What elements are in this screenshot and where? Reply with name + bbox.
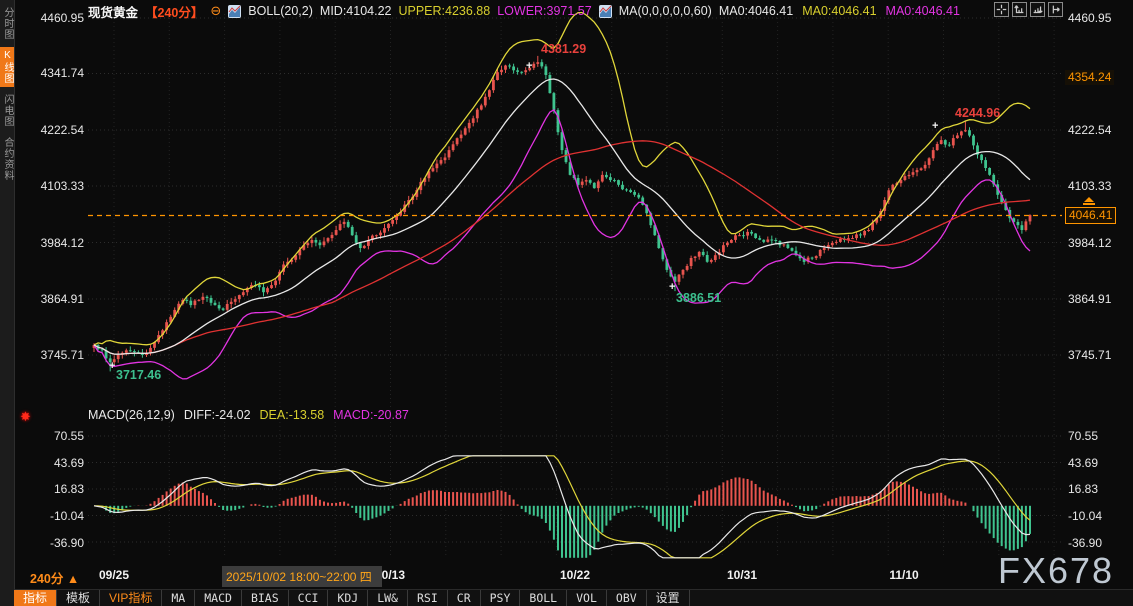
- sidebar-item-2[interactable]: 闪电图: [0, 91, 14, 130]
- chart-header: 现货黄金 【240分】 ⊖ BOLL(20,2) MID:4104.22 UPP…: [88, 3, 960, 19]
- collapse-icon[interactable]: ⊖: [210, 5, 221, 17]
- macd-axis-label-left: 70.55: [28, 429, 84, 443]
- boll-name: BOLL(20,2): [248, 4, 313, 18]
- macd-header: MACD(26,12,9) DIFF:-24.02 DEA:-13.58 MAC…: [88, 408, 409, 422]
- macd-axis-label-right: 16.83: [1068, 482, 1124, 496]
- price-axis-label-left: 4341.74: [28, 66, 84, 80]
- boll-upper-value: UPPER:4236.88: [398, 4, 490, 18]
- x-axis: 240分 ▲ 09/2510/1310/2210/3111/10 2025/10…: [0, 564, 1133, 589]
- macd-axis-label-right: -10.04: [1068, 509, 1124, 523]
- indicator-chart-icon[interactable]: [228, 5, 241, 18]
- chart-tools: [994, 2, 1063, 17]
- price-axis-label-right: 4460.95: [1068, 11, 1124, 25]
- toolbar-tab-PSY[interactable]: PSY: [481, 590, 521, 606]
- x-axis-label: 10/31: [727, 568, 757, 582]
- x-axis-label: 09/25: [99, 568, 129, 582]
- price-axis-label-right: 3984.12: [1068, 236, 1124, 250]
- price-axis-label-left: 4103.33: [28, 179, 84, 193]
- indicator-chart-icon[interactable]: [599, 5, 612, 18]
- toolbar-tab-KDJ[interactable]: KDJ: [328, 590, 368, 606]
- ma-name: MA(0,0,0,0,0,60): [619, 4, 712, 18]
- macd-axis-label-right: 70.55: [1068, 429, 1124, 443]
- crosshair-icon[interactable]: [994, 2, 1009, 17]
- toolbar-tab-BOLL[interactable]: BOLL: [520, 590, 567, 606]
- toolbar-tab-MA[interactable]: MA: [162, 590, 195, 606]
- boll-lower-value: LOWER:3971.57: [497, 4, 592, 18]
- extreme-marker-icon: +: [109, 360, 115, 372]
- sidebar-item-1[interactable]: K线图: [0, 47, 14, 87]
- toolbar-tab-OBV[interactable]: OBV: [607, 590, 647, 606]
- macd-macd-value: MACD:-20.87: [333, 408, 409, 422]
- toolbar-tab-CR[interactable]: CR: [448, 590, 481, 606]
- price-axis-label-right: 4103.33: [1068, 179, 1124, 193]
- bar-tooltip: 2025/10/02 18:00~22:00 四: [222, 566, 382, 587]
- trading-app-window: 分时图 K线图闪电图合约资料 ✸ 现货黄金 【240分】 ⊖ BOLL(20,2)…: [0, 0, 1133, 606]
- toolbar-tab-设置[interactable]: 设置: [647, 590, 690, 606]
- macd-diff-value: DIFF:-24.02: [184, 408, 251, 422]
- x-axis-label: 10/22: [560, 568, 590, 582]
- ma-value-2: MA0:4046.41: [886, 4, 960, 18]
- price-axis-label-right: 4222.54: [1068, 123, 1124, 137]
- toolbar-tab-BIAS[interactable]: BIAS: [242, 590, 289, 606]
- scale-axis-right-icon[interactable]: [1030, 2, 1045, 17]
- sidebar-item-3[interactable]: 合约资料: [0, 134, 14, 184]
- macd-axis-label-right: -36.90: [1068, 536, 1124, 550]
- price-axis-label-left: 4460.95: [28, 11, 84, 25]
- toolbar-tab-LW&[interactable]: LW&: [368, 590, 408, 606]
- toolbar-tab-VIP指标[interactable]: VIP指标: [100, 590, 162, 606]
- price-annotation-0: 4381.29: [541, 42, 586, 56]
- macd-axis-label-left: 43.69: [28, 456, 84, 470]
- alert-icon[interactable]: ✸: [20, 409, 31, 425]
- price-annotation-2: 3886.51: [676, 291, 721, 305]
- toolbar-tab-RSI[interactable]: RSI: [408, 590, 448, 606]
- macd-axis-label-left: 16.83: [28, 482, 84, 496]
- toolbar-tab-MACD[interactable]: MACD: [195, 590, 242, 606]
- macd-axis-label-left: -36.90: [28, 536, 84, 550]
- price-annotation-3: 3717.46: [116, 368, 161, 382]
- ma-values: MA0:4046.41 MA0:4046.41 MA0:4046.41: [719, 4, 960, 18]
- timeframe-selector[interactable]: 240分 ▲: [30, 568, 79, 587]
- price-axis-label-left: 3984.12: [28, 236, 84, 250]
- sidebar-item-0[interactable]: 分时图: [0, 4, 14, 43]
- price-tag-current: 4046.41: [1065, 207, 1116, 224]
- toolbar-tab-CCI[interactable]: CCI: [289, 590, 329, 606]
- scale-axis-left-icon[interactable]: [1012, 2, 1027, 17]
- toolbar-tab-模板[interactable]: 模板: [57, 590, 100, 606]
- price-axis-label-right: 3864.91: [1068, 292, 1124, 306]
- price-axis-label-right: 3745.71: [1068, 348, 1124, 362]
- price-arrow-marker: [1084, 197, 1094, 202]
- fx678-watermark: FX678: [998, 550, 1114, 592]
- macd-dea-value: DEA:-13.58: [260, 408, 325, 422]
- symbol-title: 现货黄金: [88, 2, 138, 21]
- ma-value-0: MA0:4046.41: [719, 4, 793, 18]
- macd-axis-label-right: 43.69: [1068, 456, 1124, 470]
- extreme-marker-icon: +: [932, 120, 938, 132]
- period-label: 【240分】: [145, 2, 203, 21]
- macd-axis-label-left: -10.04: [28, 509, 84, 523]
- price-axis-label-left: 3745.71: [28, 348, 84, 362]
- toolbar-tab-指标[interactable]: 指标: [14, 590, 57, 606]
- boll-mid-value: MID:4104.22: [320, 4, 392, 18]
- price-axis-label-left: 3864.91: [28, 292, 84, 306]
- extreme-marker-icon: +: [669, 281, 675, 293]
- extreme-marker-icon: +: [526, 60, 532, 72]
- price-axis-label-left: 4222.54: [28, 123, 84, 137]
- toolbar-tab-VOL[interactable]: VOL: [567, 590, 607, 606]
- price-tag-high: 4354.24: [1065, 70, 1114, 85]
- price-annotation-1: 4244.96: [955, 106, 1000, 120]
- shift-right-icon[interactable]: [1048, 2, 1063, 17]
- macd-name: MACD(26,12,9): [88, 408, 175, 422]
- candlestick-chart[interactable]: [0, 0, 1133, 606]
- indicator-toolbar: 指标模板VIP指标MAMACDBIASCCIKDJLW&RSICRPSYBOLL…: [14, 589, 1133, 606]
- sidebar: 分时图 K线图闪电图合约资料: [0, 0, 15, 606]
- x-axis-label: 11/10: [889, 568, 918, 582]
- ma-value-1: MA0:4046.41: [802, 4, 876, 18]
